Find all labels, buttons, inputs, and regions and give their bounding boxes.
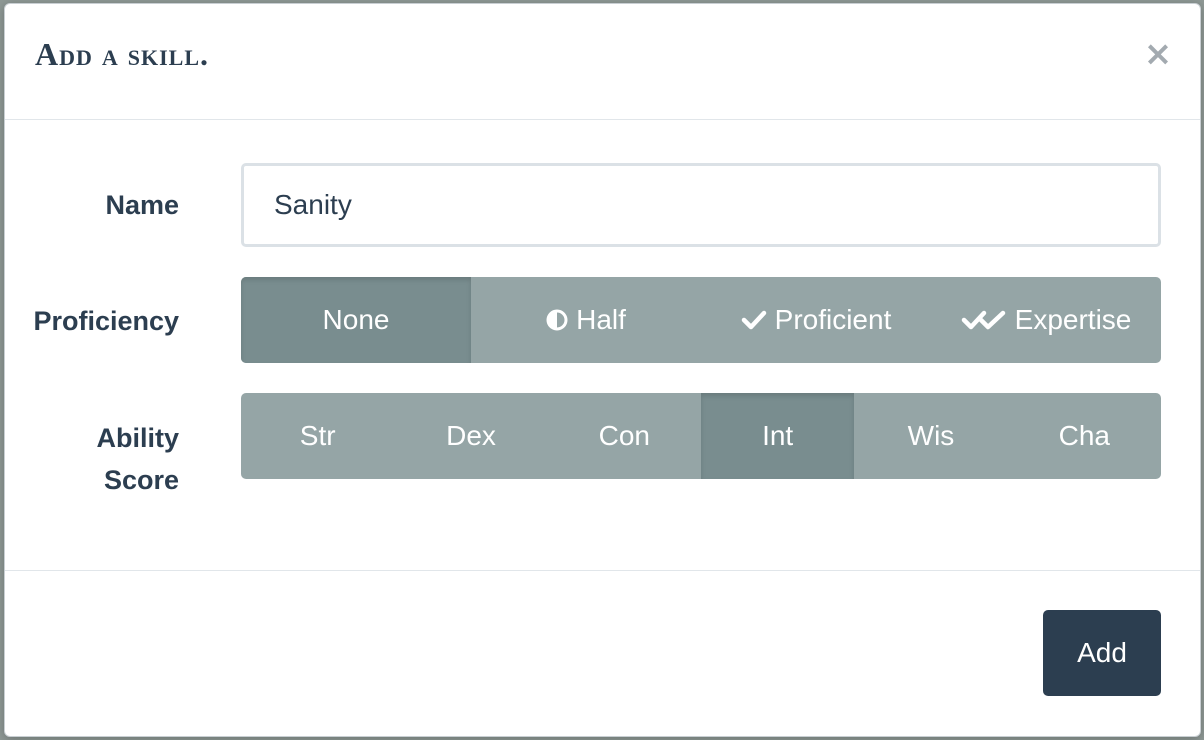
ability-score-label: Ability Score xyxy=(96,423,179,495)
proficiency-none-label: None xyxy=(322,304,390,335)
double-check-icon xyxy=(961,309,1007,331)
close-button[interactable]: × xyxy=(1142,34,1174,74)
ability-con-button[interactable]: Con xyxy=(548,393,701,479)
name-input[interactable] xyxy=(241,163,1161,247)
ability-cha-button[interactable]: Cha xyxy=(1008,393,1161,479)
modal-body: Name Proficiency None Half xyxy=(5,121,1200,571)
ability-wis-button[interactable]: Wis xyxy=(854,393,1007,479)
proficiency-none-button[interactable]: None xyxy=(241,277,471,363)
ability-int-button[interactable]: Int xyxy=(700,393,855,479)
proficiency-expertise-label: Expertise xyxy=(1014,304,1132,335)
name-label: Name xyxy=(105,190,179,220)
add-button[interactable]: Add xyxy=(1043,610,1161,696)
ability-dex-button[interactable]: Dex xyxy=(394,393,547,479)
modal-header: Add a skill. × xyxy=(5,4,1200,120)
proficiency-proficient-button[interactable]: Proficient xyxy=(701,277,931,363)
proficiency-proficient-label: Proficient xyxy=(774,304,892,335)
add-skill-modal: Add a skill. × Name Proficiency None Hal… xyxy=(4,3,1201,737)
proficiency-expertise-button[interactable]: Expertise xyxy=(931,277,1161,363)
half-circle-icon xyxy=(546,309,568,331)
proficiency-half-label: Half xyxy=(576,304,626,335)
ability-str-button[interactable]: Str xyxy=(241,393,394,479)
modal-title: Add a skill. xyxy=(35,36,210,72)
ability-score-button-group: Str Dex Con Int Wis Cha xyxy=(241,393,1161,479)
proficiency-half-button[interactable]: Half xyxy=(471,277,701,363)
proficiency-button-group: None Half Proficient Expertise xyxy=(241,277,1161,363)
proficiency-label: Proficiency xyxy=(33,306,179,336)
check-icon xyxy=(741,309,767,331)
